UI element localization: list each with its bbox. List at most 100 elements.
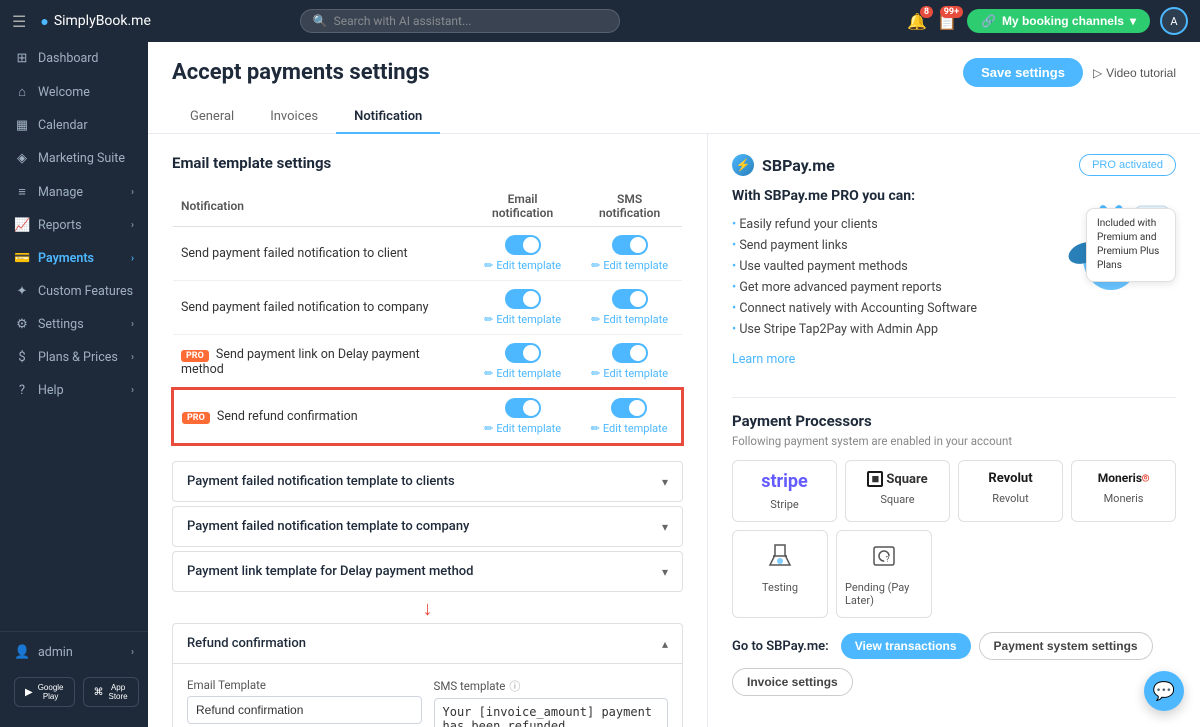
content-area: Accept payments settings Save settings ▷… [148, 42, 1200, 727]
manage-icon: ≡ [14, 184, 30, 200]
booking-channels-button[interactable]: 🔗 My booking channels ▾ [967, 9, 1150, 33]
google-play-icon: ▶ [25, 687, 33, 698]
processor-moneris[interactable]: Moneris⌾ Moneris [1071, 460, 1176, 522]
sms-edit-link-2[interactable]: ✏ Edit template [591, 313, 668, 326]
email-toggle-1[interactable] [505, 235, 541, 255]
app-store-button[interactable]: ⌘ App Store [83, 677, 139, 707]
accordion-header-4[interactable]: Refund confirmation ▴ [173, 624, 682, 663]
chat-bubble[interactable]: 💬 [1144, 671, 1184, 711]
info-icon: ⓘ [509, 678, 520, 694]
sbpay-subtitle: With SBPay.me PRO you can: [732, 188, 1030, 204]
email-edit-link-3[interactable]: ✏ Edit template [484, 367, 561, 380]
email-edit-link-4[interactable]: ✏ Edit template [484, 422, 561, 435]
tasks-badge: 99+ [940, 6, 963, 18]
processor-revolut[interactable]: Revolut Revolut [958, 460, 1063, 522]
email-edit-link-1[interactable]: ✏ Edit template [484, 259, 561, 272]
sms-toggle-2[interactable] [612, 289, 648, 309]
testing-label: Testing [762, 581, 798, 594]
page-header: Accept payments settings Save settings ▷… [148, 42, 1200, 134]
table-row-highlighted: PRO Send refund confirmation ✏ Edit temp… [173, 389, 682, 444]
avatar[interactable]: A [1160, 7, 1188, 35]
accordion-item-1: Payment failed notification template to … [172, 461, 683, 502]
tasks-icon[interactable]: 📋 99+ [937, 12, 957, 31]
row2-label: Send payment failed notification to comp… [173, 281, 468, 335]
sidebar-item-dashboard[interactable]: ⊞ Dashboard [0, 42, 148, 75]
marketing-icon: ◈ [14, 151, 30, 166]
row4-email-toggle: ✏ Edit template [468, 389, 577, 444]
chat-icon: 💬 [1153, 681, 1175, 702]
sidebar-item-marketing[interactable]: ◈ Marketing Suite [0, 142, 148, 175]
divider [732, 397, 1176, 398]
sms-toggle-4[interactable] [611, 398, 647, 418]
notifications-icon[interactable]: 🔔 8 [907, 12, 927, 31]
sidebar-item-manage[interactable]: ≡ Manage › [0, 175, 148, 209]
chevron-down-icon: ▾ [662, 565, 668, 579]
google-play-button[interactable]: ▶ Google Play [14, 677, 75, 707]
view-transactions-button[interactable]: View transactions [841, 633, 971, 659]
tab-invoices[interactable]: Invoices [252, 101, 336, 134]
processor-testing[interactable]: Testing [732, 530, 828, 618]
play-icon: ▷ [1093, 66, 1102, 80]
sidebar-item-calendar[interactable]: ▦ Calendar [0, 109, 148, 142]
learn-more-link[interactable]: Learn more [732, 352, 795, 367]
navbar-right: 🔔 8 📋 99+ 🔗 My booking channels ▾ A [907, 7, 1188, 35]
processor-pending[interactable]: ? Pending (Pay Later) [836, 530, 932, 618]
sidebar-item-help[interactable]: ? Help › [0, 374, 148, 407]
search-bar[interactable]: 🔍 Search with AI assistant... [300, 9, 620, 33]
accordion-header-3[interactable]: Payment link template for Delay payment … [173, 552, 682, 591]
save-settings-button[interactable]: Save settings [963, 58, 1083, 87]
col-email: Email notification [468, 186, 577, 227]
pro-activated-button[interactable]: PRO activated [1079, 154, 1176, 176]
sbpay-brand: ⚡ SBPay.me [732, 154, 835, 176]
processor-square[interactable]: ■ Square Square [845, 460, 950, 522]
accordion-header-2[interactable]: Payment failed notification template to … [173, 507, 682, 546]
sms-edit-link-4[interactable]: ✏ Edit template [591, 422, 668, 435]
email-toggle-2[interactable] [505, 289, 541, 309]
tab-notification[interactable]: Notification [336, 101, 440, 134]
pp-subtitle: Following payment system are enabled in … [732, 434, 1176, 448]
custom-icon: ✦ [14, 284, 30, 299]
processor-stripe[interactable]: stripe Stripe [732, 460, 837, 522]
sidebar-item-payments[interactable]: 💳 Payments › [0, 242, 148, 275]
red-arrow: ↓ [172, 596, 683, 621]
row3-sms-toggle: ✏ Edit template [577, 335, 682, 390]
sms-toggle-1[interactable] [612, 235, 648, 255]
accordion-header-1[interactable]: Payment failed notification template to … [173, 462, 682, 501]
email-edit-link-2[interactable]: ✏ Edit template [484, 313, 561, 326]
sidebar-item-plans[interactable]: $ Plans & Prices › [0, 341, 148, 374]
feature-item: Use Stripe Tap2Pay with Admin App [732, 319, 1030, 340]
table-row: PRO Send payment link on Delay payment m… [173, 335, 682, 390]
sidebar-item-custom[interactable]: ✦ Custom Features [0, 275, 148, 308]
email-toggle-4[interactable] [505, 398, 541, 418]
invoice-settings-button[interactable]: Invoice settings [732, 668, 853, 696]
sms-body-textarea[interactable]: Your [invoice_amount] payment has been r… [434, 698, 669, 727]
sidebar-item-reports[interactable]: 📈 Reports › [0, 209, 148, 242]
email-toggle-3[interactable] [505, 343, 541, 363]
row4-label: PRO Send refund confirmation [173, 389, 468, 444]
payment-system-settings-button[interactable]: Payment system settings [979, 632, 1153, 660]
dashboard-icon: ⊞ [14, 51, 30, 66]
tab-general[interactable]: General [172, 101, 252, 134]
sms-template-col: SMS template ⓘ Your [invoice_amount] pay… [434, 678, 669, 727]
row3-label: PRO Send payment link on Delay payment m… [173, 335, 468, 390]
email-title-input[interactable] [187, 696, 422, 724]
chevron-icon: › [131, 647, 134, 658]
accordion: Payment failed notification template to … [172, 461, 683, 727]
processors-grid-row1: stripe Stripe ■ Square Square Revolut [732, 460, 1176, 522]
table-row: Send payment failed notification to comp… [173, 281, 682, 335]
sidebar-item-welcome[interactable]: ⌂ Welcome [0, 75, 148, 109]
hamburger-icon[interactable]: ☰ [12, 12, 26, 31]
row2-sms-toggle: ✏ Edit template [577, 281, 682, 335]
included-card: Included with Premium and Premium Plus P… [1086, 208, 1176, 282]
sms-template-label: SMS template ⓘ [434, 678, 669, 694]
sms-toggle-3[interactable] [612, 343, 648, 363]
welcome-icon: ⌂ [14, 84, 30, 100]
video-tutorial-button[interactable]: ▷ Video tutorial [1093, 66, 1176, 80]
accordion-item-3: Payment link template for Delay payment … [172, 551, 683, 592]
sms-edit-link-1[interactable]: ✏ Edit template [591, 259, 668, 272]
row1-sms-toggle: ✏ Edit template [577, 227, 682, 281]
chevron-down-icon: ▾ [1130, 14, 1136, 28]
sms-edit-link-3[interactable]: ✏ Edit template [591, 367, 668, 380]
sidebar-item-settings[interactable]: ⚙ Settings › [0, 308, 148, 341]
sidebar-item-admin[interactable]: 👤 admin › [0, 636, 148, 669]
